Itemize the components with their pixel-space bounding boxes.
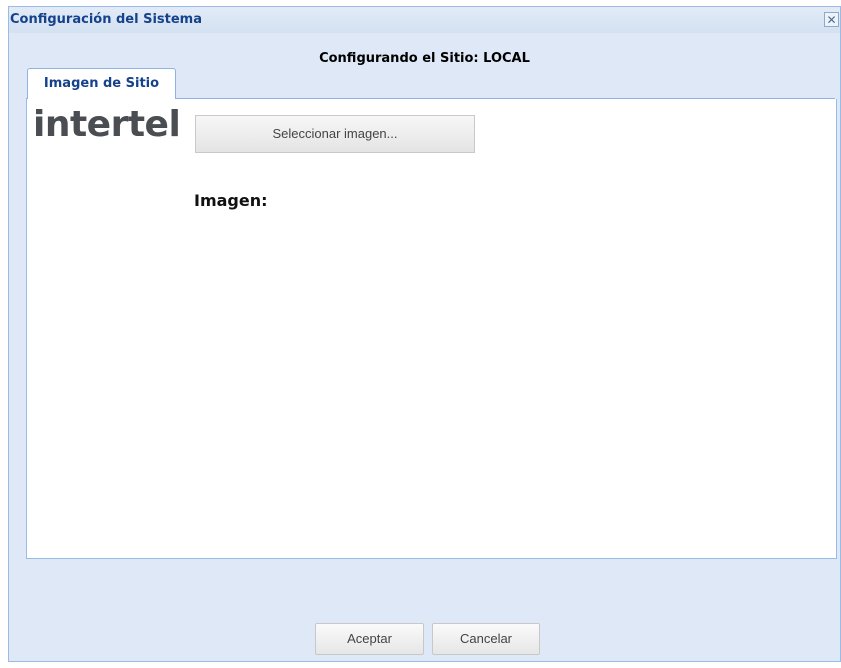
site-config-subtitle: Configurando el Sitio: LOCAL (319, 51, 530, 66)
intertel-logo: intertel (33, 104, 181, 145)
site-image-panel: intertel Seleccionar imagen... Imagen: (26, 99, 837, 559)
image-label: Imagen: (194, 191, 268, 210)
system-config-dialog: Configuración del Sistema ✕ Configurando… (8, 6, 841, 662)
cancel-button[interactable]: Cancelar (432, 623, 540, 655)
accept-button[interactable]: Aceptar (315, 623, 424, 655)
dialog-titlebar[interactable]: Configuración del Sistema ✕ (9, 7, 840, 33)
dialog-title: Configuración del Sistema (10, 12, 202, 27)
tab-site-image[interactable]: Imagen de Sitio (27, 68, 176, 99)
select-image-button[interactable]: Seleccionar imagen... (195, 115, 475, 153)
close-icon[interactable]: ✕ (824, 12, 839, 27)
